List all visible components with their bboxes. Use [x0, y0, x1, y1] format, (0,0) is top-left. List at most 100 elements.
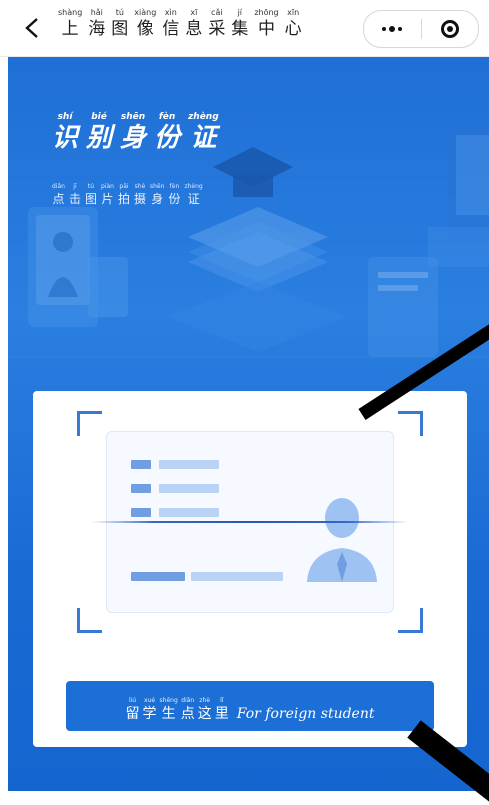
hero-title-pinyin: bié	[91, 112, 107, 122]
page-title-hanzi: 像	[136, 19, 154, 39]
page-title-pinyin: tú	[115, 8, 124, 17]
foreign-student-button-pinyin: liú	[128, 697, 137, 704]
hero-subtitle-hanzi: 份	[168, 192, 181, 206]
page-title-char: xìn 信	[162, 8, 179, 40]
hero-title-hanzi: 身	[120, 123, 147, 153]
foreign-student-button-pinyin: zhè	[199, 697, 211, 704]
hero-subtitle-pinyin: pāi	[119, 183, 129, 190]
page-title-pinyin: xīn	[287, 8, 300, 17]
hero-subtitle-pinyin: jī	[73, 183, 77, 190]
page-title-char: jí 集	[231, 8, 248, 40]
hero-subtitle-char: jī 击	[69, 183, 81, 207]
frame-corner-top-right	[398, 411, 423, 436]
page-title-char: hǎi 海	[88, 8, 105, 40]
foreign-student-button-en: For foreign student	[236, 706, 375, 722]
id-line	[131, 572, 185, 581]
id-line	[159, 508, 219, 517]
hero-subtitle-char: piàn 片	[101, 183, 114, 207]
foreign-student-button-char: lǐ 里	[215, 697, 229, 723]
foreign-student-button-pinyin: shēng	[159, 697, 178, 704]
page-title: shàng 上 hǎi 海 tú 图 xiàng 像 xìn 信 xī 息 cǎi 采 jí 集 zhōng 中 x…	[58, 8, 302, 40]
id-line	[191, 572, 283, 581]
hero-subtitle-hanzi: 摄	[133, 192, 146, 206]
hero-subtitle-hanzi: 点	[52, 192, 65, 206]
page-title-pinyin: cǎi	[211, 8, 223, 17]
hero-title-hanzi: 证	[190, 123, 217, 153]
page-title-hanzi: 上	[61, 19, 79, 39]
page-title-char: xī 息	[185, 8, 202, 40]
page-title-pinyin: zhōng	[254, 8, 279, 17]
hero-subtitle-pinyin: zhèng	[184, 183, 203, 190]
page-title-hanzi: 集	[231, 19, 249, 39]
hero-subtitle-char: fèn 份	[168, 183, 180, 207]
background-illustration	[8, 127, 489, 358]
more-dots-icon	[382, 26, 403, 32]
foreign-student-button-hanzi: 这	[197, 706, 212, 722]
hero-subtitle-pinyin: tú	[87, 183, 95, 190]
hero-title-char: zhèng 证	[188, 112, 219, 154]
hero-subtitle-char: tú 图	[85, 183, 97, 207]
foreign-student-button-pinyin: lǐ	[220, 697, 224, 704]
page-title-pinyin: xiàng	[134, 8, 157, 17]
page-title-hanzi: 心	[284, 19, 302, 39]
foreign-student-button-hanzi: 留	[125, 706, 140, 722]
hero-title-pinyin: shēn	[120, 112, 146, 122]
page-title-char: tú 图	[111, 8, 128, 40]
hero-subtitle-hanzi: 身	[151, 192, 164, 206]
more-button[interactable]	[364, 11, 421, 47]
mini-program-capsule	[363, 10, 479, 48]
hero-title-pinyin: shí	[57, 112, 73, 122]
page-title-hanzi: 图	[111, 19, 129, 39]
hero-subtitle-pinyin: diǎn	[52, 183, 65, 190]
foreign-student-button-char: diǎn 点	[181, 697, 195, 723]
hero-title-char: shí 识	[52, 112, 78, 154]
foreign-student-button-pinyin: diǎn	[181, 697, 195, 704]
scan-frame[interactable]	[77, 411, 423, 633]
hero-subtitle: diǎn 点 jī 击 tú 图 piàn 片 pāi 拍 shè 摄 shēn 身 fèn 份 zhèng 证	[52, 183, 203, 207]
nav-bar: shàng 上 hǎi 海 tú 图 xiàng 像 xìn 信 xī 息 cǎi 采 jí 集 zhōng 中 x…	[0, 0, 489, 57]
hero-title: shí 识 bié 别 shēn 身 fèn 份 zhèng 证	[52, 112, 219, 154]
close-button[interactable]	[422, 11, 479, 47]
page-title-char: xīn 心	[285, 8, 302, 40]
page-title-char: zhōng 中	[254, 8, 278, 40]
back-button[interactable]	[18, 14, 46, 42]
foreign-student-button-char: zhè 这	[198, 697, 212, 723]
hero-subtitle-char: diǎn 点	[52, 183, 65, 207]
foreign-student-button-char: shēng 生	[160, 697, 178, 723]
page-title-pinyin: jí	[237, 8, 243, 17]
id-line	[131, 508, 151, 517]
hero-title-char: bié 别	[86, 112, 112, 154]
frame-corner-bottom-right	[398, 608, 423, 633]
close-target-icon	[440, 20, 459, 38]
hero-subtitle-char: zhèng 证	[184, 183, 202, 207]
hero-subtitle-hanzi: 证	[187, 192, 200, 206]
foreign-student-button-hanzi: 点	[180, 706, 195, 722]
id-scan-card: liú 留 xué 学 shēng 生 diǎn 点 zhè 这 lǐ 里 For foreign s…	[33, 391, 467, 747]
hero-subtitle-char: shēn 身	[150, 183, 164, 207]
scan-line	[91, 521, 409, 523]
foreign-student-button-hanzi: 生	[161, 706, 176, 722]
page-title-hanzi: 海	[88, 19, 106, 39]
page-title-char: cǎi 采	[208, 8, 225, 40]
foreign-student-button-char: liú 留	[126, 697, 140, 723]
id-line	[131, 460, 151, 469]
hero-subtitle-pinyin: shè	[134, 183, 146, 190]
hero-title-char: shēn 身	[120, 112, 146, 154]
page-title-hanzi: 息	[185, 19, 203, 39]
hero-subtitle-char: pāi 拍	[118, 183, 130, 207]
hero-subtitle-pinyin: fèn	[169, 183, 180, 190]
foreign-student-button-hanzi: 里	[214, 706, 229, 722]
hero-subtitle-pinyin: piàn	[101, 183, 114, 190]
page-title-hanzi: 信	[162, 19, 180, 39]
frame-corner-top-left	[77, 411, 102, 436]
hero-title-hanzi: 识	[52, 123, 79, 153]
foreign-student-button-char: xué 学	[143, 697, 157, 723]
hero-subtitle-hanzi: 击	[68, 192, 81, 206]
portrait-icon	[307, 498, 377, 582]
hero-subtitle-hanzi: 片	[101, 192, 114, 206]
id-line	[131, 484, 151, 493]
hero-title-hanzi: 份	[154, 123, 181, 153]
page-title-hanzi: 采	[208, 19, 226, 39]
foreign-student-button[interactable]: liú 留 xué 学 shēng 生 diǎn 点 zhè 这 lǐ 里 For foreign s…	[66, 681, 434, 731]
back-arrow-icon	[25, 18, 38, 38]
